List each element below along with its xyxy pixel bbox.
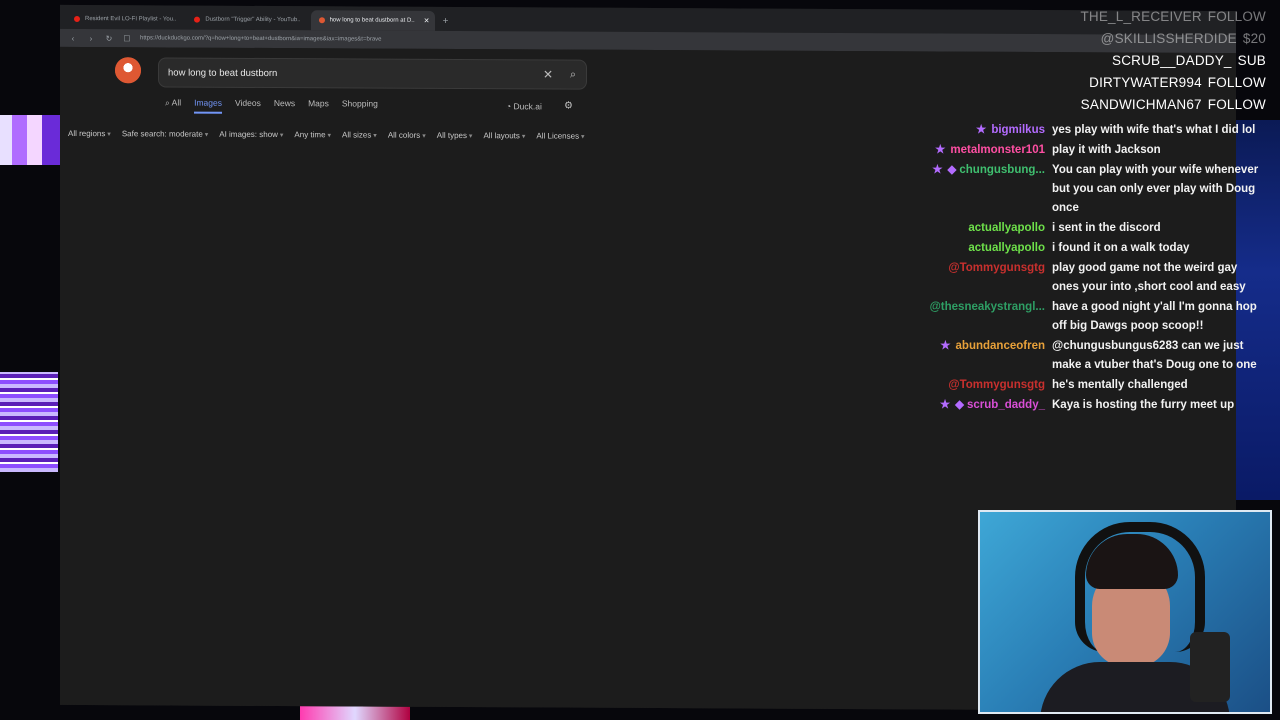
alert-item: SCRUB__DADDY_ SUB: [1112, 53, 1266, 68]
glitch-overlay: [0, 115, 60, 165]
chat-message: @thesneakystrangl... have a good night y'…: [915, 298, 1260, 336]
chat-username: ★ ◆ scrub_daddy_: [939, 399, 1045, 411]
chat-text: @chungusbungus6283 can we just make a vt…: [1052, 340, 1257, 371]
chat-text: Kaya is hosting the furry meet up: [1052, 399, 1235, 411]
glitch-overlay: [300, 705, 410, 720]
sub-badge-icon: ◆: [955, 399, 965, 411]
bookmark-icon[interactable]: ☐: [122, 34, 132, 43]
new-tab-button[interactable]: +: [437, 16, 455, 31]
browser-tab-active[interactable]: how long to beat dustborn at D.. ✕: [310, 10, 435, 31]
reload-icon[interactable]: ↻: [104, 34, 114, 43]
filter-region[interactable]: All regions: [68, 129, 111, 138]
chat-text: have a good night y'all I'm gonna hop of…: [1052, 301, 1257, 332]
filter-color[interactable]: All colors: [388, 131, 426, 140]
chat-text: play it with Jackson: [1052, 144, 1161, 156]
chat-username: ★ ◆ chungusbung...: [932, 164, 1045, 176]
tab-news[interactable]: News: [274, 98, 295, 114]
chat-text: he's mentally challenged: [1052, 379, 1188, 391]
chat-bubble-icon: ◔: [506, 101, 514, 112]
tab-title: how long to beat dustborn at D..: [329, 17, 415, 24]
clear-icon[interactable]: ✕: [536, 67, 560, 81]
tab-shopping[interactable]: Shopping: [342, 98, 378, 114]
alert-item: @SKILLISSHERDIDE $20: [1100, 31, 1266, 46]
search-icon[interactable]: ⌕: [560, 68, 586, 81]
duck-ai-button[interactable]: ◔ Duck.ai: [506, 101, 542, 111]
search-box[interactable]: how long to beat dustborn ✕ ⌕: [158, 57, 587, 90]
duckduckgo-logo-icon[interactable]: [115, 57, 141, 84]
chat-text: yes play with wife that's what I did lol: [1052, 124, 1256, 136]
tab-title: Dustborn "Trigger" Ability - YouTub..: [205, 16, 301, 24]
chat-username: ★ metalmonster101: [935, 144, 1045, 156]
filter-layout[interactable]: All layouts: [483, 131, 525, 140]
duckduckgo-icon: [318, 17, 325, 24]
chat-username: @Tommygunsgtg: [948, 379, 1045, 391]
chat-text: You can play with your wife whenever but…: [1052, 164, 1259, 214]
stream-alerts: THE_L_RECEIVER FOLLOW @SKILLISSHERDIDE $20…: [1046, 6, 1266, 116]
star-badge-icon: ★: [939, 399, 951, 411]
chat-message: ★ metalmonster101 play it with Jackson: [915, 141, 1260, 160]
chat-text: play good game not the weird gay ones yo…: [1052, 262, 1246, 293]
chat-text: i sent in the discord: [1052, 222, 1161, 234]
close-tab-icon[interactable]: ✕: [424, 17, 430, 25]
search-type-tabs: ⌕ All Images Videos News Maps Shopping: [165, 97, 378, 114]
chat-message: ★ ◆ chungusbung... You can play with your w…: [915, 161, 1260, 218]
filter-license[interactable]: All Licenses: [536, 131, 584, 140]
tab-maps[interactable]: Maps: [308, 98, 329, 114]
forward-icon[interactable]: ›: [86, 34, 96, 43]
glitch-overlay: [0, 372, 58, 472]
chat-username: actuallyapollo: [968, 242, 1045, 254]
star-badge-icon: ★: [940, 340, 951, 352]
search-input[interactable]: how long to beat dustborn: [159, 67, 536, 80]
chat-message: actuallyapollo i found it on a walk today: [915, 239, 1260, 258]
browser-tab[interactable]: Dustborn "Trigger" Ability - YouTub..: [186, 10, 308, 31]
tab-videos[interactable]: Videos: [235, 98, 261, 114]
alert-item: DIRTYWATER994 FOLLOW: [1089, 75, 1266, 90]
youtube-icon: [74, 15, 80, 23]
microphone: [1190, 632, 1230, 702]
chat-username: @thesneakystrangl...: [929, 301, 1045, 313]
filter-type[interactable]: All types: [437, 131, 473, 140]
chat-text: i found it on a walk today: [1052, 242, 1190, 254]
back-icon[interactable]: ‹: [68, 33, 78, 42]
filter-time[interactable]: Any time: [294, 130, 331, 139]
browser-tab[interactable]: Resident Evil LO-FI Playlist - You..: [66, 9, 184, 30]
webcam-feed: [978, 510, 1272, 714]
chat-message: ★ abundanceofren @chungusbungus6283 can we…: [915, 337, 1260, 375]
filter-bar: All regions Safe search: moderate AI ima…: [68, 129, 585, 141]
star-badge-icon: ★: [935, 144, 946, 156]
url-field[interactable]: https://duckduckgo.com/?q=how+long+to+be…: [140, 35, 382, 42]
chat-username: actuallyapollo: [968, 222, 1045, 234]
alert-item: SANDWICHMAN67 FOLLOW: [1080, 97, 1266, 112]
tab-all[interactable]: ⌕ All: [165, 97, 181, 113]
tab-title: Resident Evil LO-FI Playlist - You..: [85, 16, 177, 23]
star-badge-icon: ★: [932, 164, 943, 176]
gear-icon[interactable]: ⚙: [564, 101, 573, 112]
chat-message: @Tommygunsgtg play good game not the weir…: [915, 259, 1260, 297]
filter-safe-search[interactable]: Safe search: moderate: [122, 129, 208, 138]
chat-username: ★ abundanceofren: [940, 340, 1045, 352]
search-icon: ⌕: [165, 97, 172, 108]
chat-message: @Tommygunsgtg he's mentally challenged: [915, 376, 1260, 395]
chat-message: ★ ◆ scrub_daddy_ Kaya is hosting the furry …: [915, 396, 1260, 415]
youtube-icon: [194, 16, 201, 23]
filter-size[interactable]: All sizes: [342, 130, 377, 139]
star-badge-icon: ★: [976, 124, 987, 136]
stream-chat: ★ bigmilkus yes play with wife that's what…: [915, 121, 1260, 416]
filter-ai-images[interactable]: AI images: show: [219, 130, 283, 139]
chat-message: ★ bigmilkus yes play with wife that's what…: [915, 121, 1260, 140]
tab-images[interactable]: Images: [194, 97, 222, 114]
chat-username: ★ bigmilkus: [976, 124, 1045, 136]
alert-item: THE_L_RECEIVER FOLLOW: [1080, 9, 1266, 24]
sub-badge-icon: ◆: [947, 164, 957, 176]
chat-message: actuallyapollo i sent in the discord: [915, 219, 1260, 238]
chat-username: @Tommygunsgtg: [948, 262, 1045, 274]
